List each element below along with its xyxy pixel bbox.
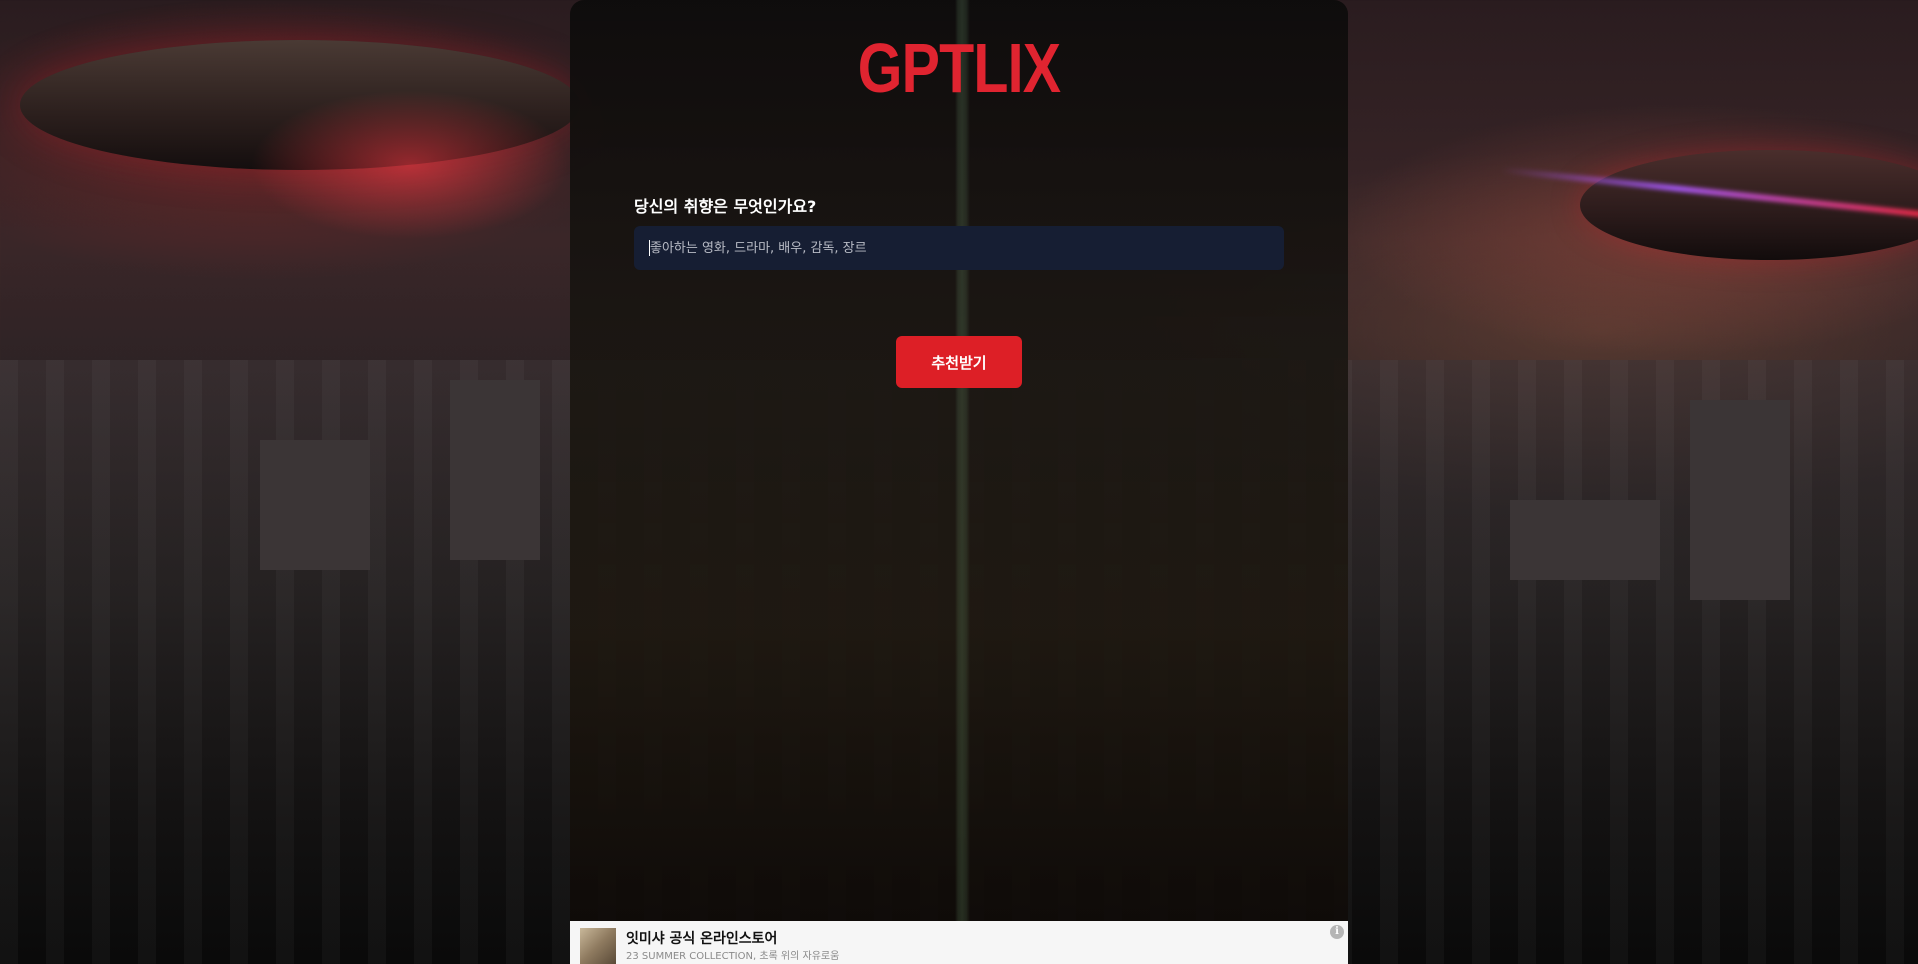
background-ship-glow bbox=[250, 90, 570, 240]
app-logo[interactable]: GPTLIX bbox=[640, 30, 1278, 106]
background-building bbox=[1690, 400, 1790, 600]
recommendation-panel: GPTLIX 당신의 취향은 무엇인가요? 추천받기 bbox=[570, 0, 1348, 964]
background-building bbox=[260, 440, 370, 570]
background-building bbox=[1510, 500, 1660, 580]
ad-thumbnail[interactable] bbox=[580, 928, 616, 964]
taste-question-label: 당신의 취향은 무엇인가요? bbox=[634, 197, 817, 216]
background-building bbox=[450, 380, 540, 560]
taste-input[interactable] bbox=[634, 226, 1284, 270]
ad-title[interactable]: 잇미샤 공식 온라인스토어 bbox=[626, 928, 777, 948]
ad-banner[interactable]: 잇미샤 공식 온라인스토어 23 SUMMER COLLECTION, 초록 위… bbox=[570, 921, 1348, 964]
recommend-button[interactable]: 추천받기 bbox=[896, 336, 1022, 388]
info-icon[interactable]: i bbox=[1330, 925, 1344, 939]
ad-subtitle[interactable]: 23 SUMMER COLLECTION, 초록 위의 자유로움 bbox=[626, 947, 839, 962]
text-caret bbox=[649, 240, 650, 256]
